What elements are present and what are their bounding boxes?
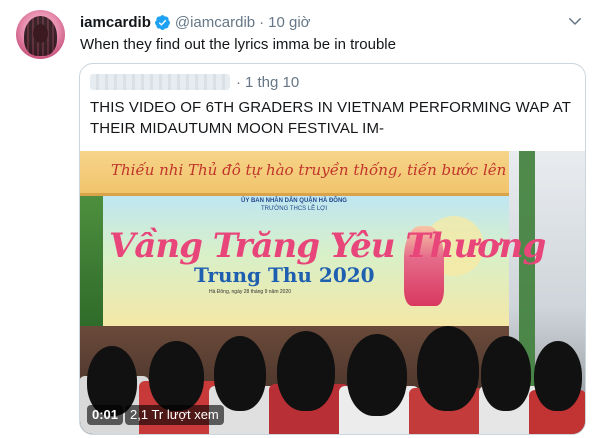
scene-banner-text: Thiếu nhi Thủ đô tự hào truyền thống, ti… [111, 161, 551, 179]
redacted-author [90, 74, 230, 90]
tweet-text: When they find out the lyrics imma be in… [80, 36, 396, 53]
scene-line-2: TRƯỜNG THCS LÊ LỢI [261, 206, 327, 212]
video-timestamp: 0:01 [87, 405, 124, 425]
scene-title: Vầng Trăng Yêu Thương [109, 226, 546, 266]
tweet[interactable]: iamcardib @iamcardib · 10 giờ When they … [0, 0, 594, 438]
tweet-header: iamcardib @iamcardib · 10 giờ [80, 12, 311, 32]
separator-dot: · [259, 13, 265, 31]
quoted-tweet-timestamp[interactable]: 1 thg 10 [245, 74, 299, 91]
author-handle[interactable]: @iamcardib [175, 14, 255, 31]
quoted-tweet-header: · 1 thg 10 [90, 72, 299, 92]
avatar-face [33, 24, 48, 43]
video-player[interactable]: Thiếu nhi Thủ đô tự hào truyền thống, ti… [80, 151, 585, 434]
scene-line-1: ỦY BAN NHÂN DÂN QUẬN HÀ ĐÔNG [241, 198, 347, 204]
quoted-tweet-text: THIS VIDEO OF 6TH GRADERS IN VIETNAM PER… [90, 99, 571, 137]
scene-banner: Thiếu nhi Thủ đô tự hào truyền thống, ti… [80, 151, 551, 196]
separator-dot: · [236, 73, 241, 91]
chevron-down-icon[interactable] [566, 12, 584, 30]
scene-date-line: Hà Đông, ngày 28 tháng 9 năm 2020 [209, 289, 292, 295]
scene-subtitle: Trung Thu 2020 [194, 263, 375, 287]
tweet-timestamp[interactable]: 10 giờ [268, 14, 310, 31]
author-name[interactable]: iamcardib [80, 14, 151, 31]
verified-badge-icon [154, 14, 170, 30]
author-avatar[interactable] [16, 10, 65, 59]
quoted-tweet[interactable]: · 1 thg 10 THIS VIDEO OF 6TH GRADERS IN … [79, 63, 586, 435]
video-view-count: 2,1 Tr lượt xem [125, 405, 224, 425]
